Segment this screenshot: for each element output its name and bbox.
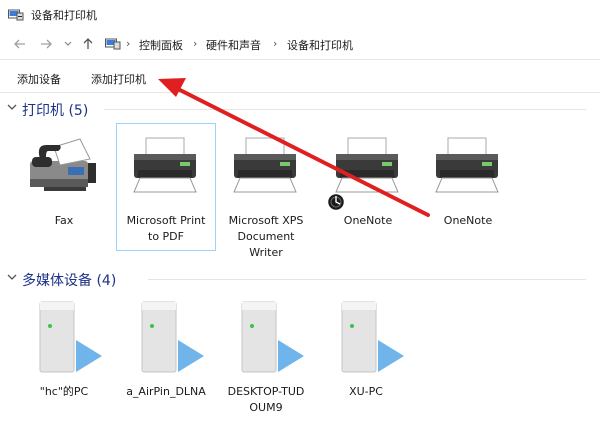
device-name: OneNote: [443, 214, 493, 227]
device-name: a_AirPin_DLNA: [126, 385, 206, 398]
device-name-line: Document: [237, 230, 295, 243]
printer-icon: [435, 137, 499, 193]
group-label: 多媒体设备 (4): [22, 273, 117, 289]
breadcrumb-separator-icon: ›: [126, 37, 131, 50]
devices-printers-icon: [8, 9, 24, 21]
fax-icon: [30, 138, 96, 191]
group-divider: [104, 109, 586, 110]
add-printer-button[interactable]: 添加打印机: [91, 69, 146, 89]
printer-icon: [233, 137, 297, 193]
window-title: 设备和打印机: [31, 9, 97, 22]
busy-cursor-icon: [326, 192, 346, 212]
breadcrumb-separator-icon: ›: [273, 37, 278, 50]
printer-icon: [335, 137, 399, 193]
forward-arrow-icon[interactable]: [38, 36, 54, 52]
media-server-icon: [341, 301, 404, 373]
group-header-media-devices[interactable]: 多媒体设备 (4): [0, 270, 600, 289]
recent-locations-chevron-icon[interactable]: [60, 36, 76, 52]
device-name: OneNote: [343, 214, 393, 227]
breadcrumb-devices-printers[interactable]: 设备和打印机: [287, 37, 353, 53]
device-name: "hc"的PC: [39, 385, 89, 398]
device-name: XU-PC: [349, 385, 383, 398]
title-bar: 设备和打印机: [0, 0, 600, 28]
divider: [0, 92, 600, 93]
group-header-printers[interactable]: 打印机 (5): [0, 100, 600, 119]
media-server-icon: [241, 301, 304, 373]
address-location-icon: [105, 38, 121, 50]
divider: [0, 59, 600, 60]
group-label: 打印机 (5): [22, 103, 89, 119]
device-name-line: Microsoft Print: [126, 214, 206, 227]
chevron-down-icon: [7, 104, 17, 110]
up-arrow-icon[interactable]: [80, 36, 96, 52]
back-arrow-icon[interactable]: [12, 36, 28, 52]
device-name-line: DESKTOP-TUD: [227, 385, 305, 398]
device-name-line: Writer: [249, 246, 283, 259]
device-name-line: OUM9: [249, 401, 283, 414]
printer-icon: [133, 137, 197, 193]
add-device-button[interactable]: 添加设备: [17, 69, 61, 89]
breadcrumb-hardware-sound[interactable]: 硬件和声音: [206, 37, 261, 53]
device-name-line: Microsoft XPS: [228, 214, 304, 227]
chevron-down-icon: [7, 274, 17, 280]
media-server-icon: [141, 301, 204, 373]
breadcrumb-separator-icon: ›: [193, 37, 198, 50]
media-server-icon: [39, 301, 102, 373]
device-name: Fax: [54, 214, 74, 227]
breadcrumb-control-panel[interactable]: 控制面板: [139, 37, 183, 53]
group-divider: [148, 279, 586, 280]
device-name-line: to PDF: [148, 230, 184, 243]
